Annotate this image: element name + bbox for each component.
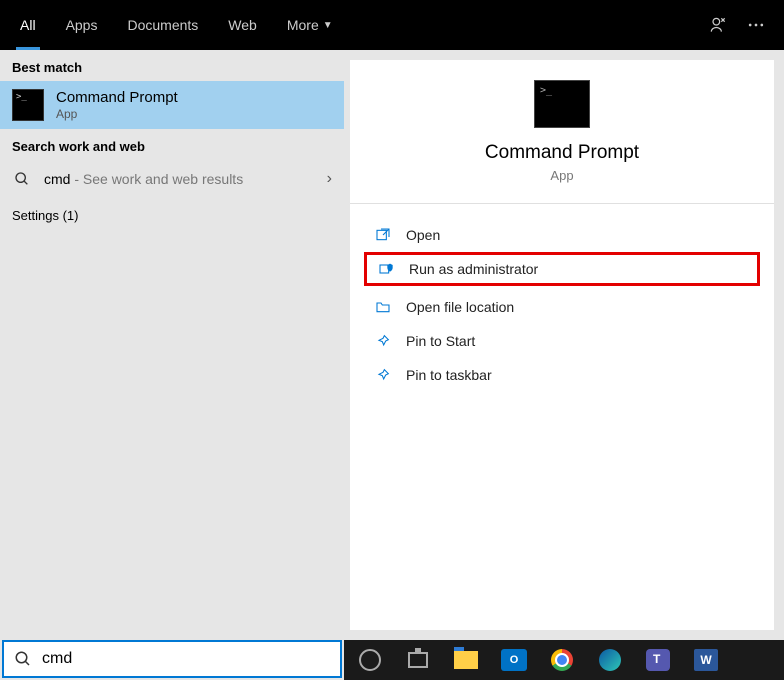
main-area: Best match Command Prompt App Search wor… [0, 50, 784, 640]
preview-subtitle: App [350, 168, 774, 183]
result-title: Command Prompt [56, 89, 332, 106]
web-search-hint: - See work and web results [70, 171, 243, 187]
result-command-prompt[interactable]: Command Prompt App [0, 81, 344, 129]
result-subtitle: App [56, 107, 332, 121]
action-pin-to-start[interactable]: Pin to Start [350, 324, 774, 358]
edge-button[interactable] [592, 644, 628, 676]
search-box[interactable] [2, 640, 342, 678]
search-scope-tabs: All Apps Documents Web More ▼ [0, 0, 784, 50]
tab-web[interactable]: Web [214, 0, 271, 50]
search-icon [14, 650, 32, 668]
preview-app-icon [534, 80, 590, 128]
task-view-button[interactable] [400, 644, 436, 676]
action-run-as-administrator[interactable]: Run as administrator [364, 252, 760, 286]
file-explorer-button[interactable] [448, 644, 484, 676]
web-search-term: cmd [44, 171, 70, 187]
outlook-button[interactable]: O [496, 644, 532, 676]
chevron-right-icon: › [327, 170, 332, 188]
result-text: Command Prompt App [56, 89, 332, 121]
edge-icon [599, 649, 621, 671]
tab-documents[interactable]: Documents [113, 0, 212, 50]
outlook-icon: O [501, 649, 527, 671]
open-icon [374, 227, 392, 243]
word-icon: W [694, 649, 718, 671]
action-pin-to-taskbar[interactable]: Pin to taskbar [350, 358, 774, 392]
action-run-admin-label: Run as administrator [409, 261, 538, 277]
action-pin-start-label: Pin to Start [406, 333, 475, 349]
web-search-cmd[interactable]: cmd - See work and web results › [0, 160, 344, 198]
tab-apps[interactable]: Apps [52, 0, 112, 50]
search-icon [12, 171, 32, 187]
task-view-icon [408, 652, 428, 668]
action-open-loc-label: Open file location [406, 299, 514, 315]
feedback-icon[interactable] [708, 15, 728, 35]
chevron-down-icon: ▼ [323, 20, 333, 31]
tab-all[interactable]: All [6, 0, 50, 50]
preview-panel: Command Prompt App Open Run as administr… [350, 60, 774, 630]
action-pin-taskbar-label: Pin to taskbar [406, 367, 492, 383]
folder-icon [374, 299, 392, 315]
topbar-right [708, 15, 778, 35]
taskbar: O W [344, 640, 784, 680]
preview-title: Command Prompt [350, 142, 774, 164]
chrome-button[interactable] [544, 644, 580, 676]
tab-more[interactable]: More ▼ [273, 0, 347, 50]
action-open[interactable]: Open [350, 218, 774, 252]
action-open-file-location[interactable]: Open file location [350, 290, 774, 324]
more-options-icon[interactable] [746, 15, 766, 35]
search-work-web-header: Search work and web [0, 129, 344, 160]
file-explorer-icon [454, 651, 478, 669]
action-list: Open Run as administrator Open file loca… [350, 204, 774, 406]
results-panel: Best match Command Prompt App Search wor… [0, 50, 344, 640]
teams-button[interactable] [640, 644, 676, 676]
settings-section[interactable]: Settings (1) [0, 198, 344, 233]
web-search-text: cmd - See work and web results [44, 171, 315, 187]
best-match-header: Best match [0, 50, 344, 81]
tab-list: All Apps Documents Web More ▼ [6, 0, 347, 50]
chrome-icon [551, 649, 573, 671]
preview-header: Command Prompt App [350, 80, 774, 204]
cortana-button[interactable] [352, 644, 388, 676]
word-button[interactable]: W [688, 644, 724, 676]
pin-start-icon [374, 333, 392, 349]
search-input[interactable] [42, 650, 330, 668]
action-open-label: Open [406, 227, 440, 243]
teams-icon [646, 649, 670, 671]
admin-shield-icon [377, 261, 395, 277]
tab-more-label: More [287, 17, 319, 33]
cortana-icon [359, 649, 381, 671]
command-prompt-icon [12, 89, 44, 121]
pin-taskbar-icon [374, 367, 392, 383]
